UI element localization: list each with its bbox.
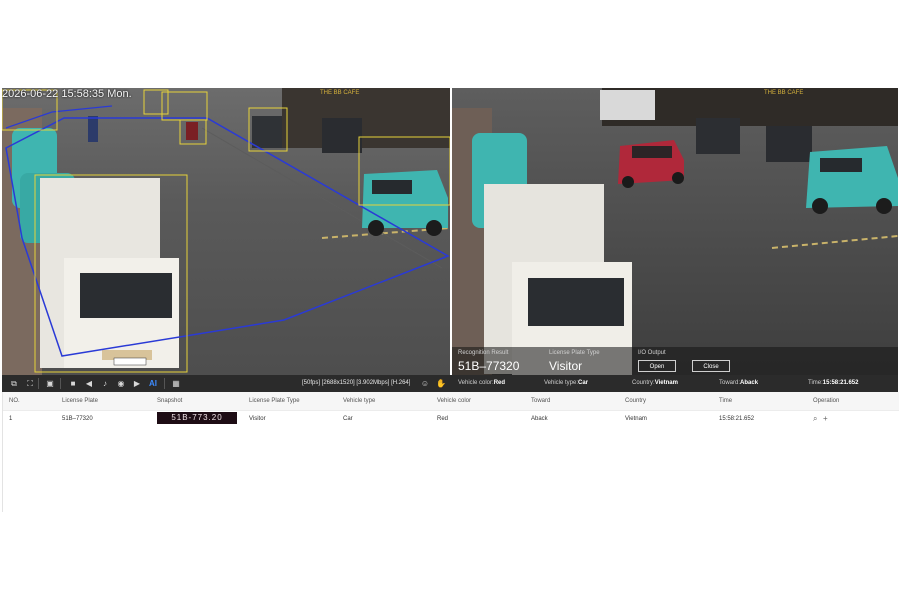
parked-motorbikes — [696, 118, 740, 154]
ai-icon[interactable]: AI — [147, 375, 159, 392]
time-meta: Time:15:58:21.652 — [808, 380, 859, 386]
hand-icon[interactable]: ✋ — [435, 375, 447, 392]
stop-icon[interactable]: ■ — [67, 375, 79, 392]
parked-motorbikes — [252, 116, 282, 148]
cell-time: 15:58:21.652 — [719, 416, 755, 422]
recognition-table: NO. License Plate Snapshot License Plate… — [2, 392, 899, 512]
recognition-overlay: Recognition Result 51B–77320 License Pla… — [452, 347, 898, 375]
toolbar-divider — [38, 378, 39, 389]
vehicle-type-meta: Vehicle type:Car — [544, 380, 589, 386]
cell-vehicle-color: Red — [437, 416, 449, 422]
cell-country: Vietnam — [625, 416, 647, 422]
recognition-result-label: Recognition Result — [458, 350, 509, 356]
col-header-country: Country — [625, 398, 647, 404]
fullscreen-icon[interactable]: ⛶ — [24, 375, 36, 392]
person-detect-icon[interactable]: ☺ — [419, 375, 431, 392]
snapshot-camera-icon[interactable]: ◉ — [115, 375, 127, 392]
col-header-plate-type: License Plate Type — [249, 398, 300, 404]
col-header-vehicle-color: Vehicle color — [437, 398, 472, 404]
teal-taxi — [806, 146, 898, 214]
record-icon[interactable]: ▶ — [131, 375, 143, 392]
plate-type-value: Visitor — [549, 359, 583, 373]
country-meta: Country:Vietnam — [632, 380, 678, 386]
stream-info: [50fps] [2688x1520] [3.902Mbps] [H.264] — [302, 380, 411, 386]
io-output-label: I/O Output — [638, 350, 666, 356]
plate-type-label: License Plate Type — [549, 350, 600, 356]
col-header-license-plate: License Plate — [62, 398, 99, 404]
cell-no: 1 — [9, 416, 13, 422]
col-header-no: NO. — [9, 398, 20, 404]
col-header-toward: Toward — [531, 398, 551, 404]
snapshot-scene — [452, 90, 898, 375]
table-row[interactable]: 1 51B–77320 51B-773.20 Visitor Car Red A… — [3, 410, 899, 428]
parked-motorbikes — [322, 118, 362, 153]
timestamp-overlay: 2026-06-22 15:58:35 Mon. — [2, 88, 132, 100]
box-truck — [40, 178, 179, 368]
teal-taxi — [362, 170, 448, 236]
window-split-icon[interactable]: ▣ — [44, 375, 56, 392]
col-header-time: Time — [719, 398, 733, 404]
cell-vehicle-type: Car — [343, 416, 353, 422]
snapshot-view: THE BB CAFE — [452, 88, 898, 375]
live-scene — [2, 89, 450, 373]
toolbar-divider — [164, 378, 165, 389]
cell-toward: Aback — [531, 416, 548, 422]
detection-box-motorbike — [143, 89, 169, 115]
parked-motorbikes — [766, 126, 812, 162]
volume-icon[interactable]: ◀ — [83, 375, 95, 392]
table-header-row: NO. License Plate Snapshot License Plate… — [3, 392, 899, 411]
live-video-view[interactable]: THE BB CAFE 2026-06-22 15:58:35 Mon. — [2, 88, 450, 375]
recognition-result-value: 51B–77320 — [458, 359, 520, 373]
open-button[interactable]: Open — [638, 360, 676, 372]
toward-meta: Toward:Aback — [719, 380, 759, 386]
cell-plate-type: Visitor — [249, 416, 266, 422]
detection-box-car — [161, 91, 208, 121]
col-header-vehicle-type: Vehicle type — [343, 398, 376, 404]
motorbike-rider — [186, 122, 198, 140]
player-toolbar: ⧉ ⛶ ▣ ■ ◀ ♪ ◉ ▶ AI ▦ [50fps] [2688x1520]… — [2, 375, 898, 392]
snapshot-thumbnail[interactable]: 51B-773.20 — [157, 412, 237, 424]
red-car — [618, 140, 684, 188]
toolbar-divider — [60, 378, 61, 389]
cell-license-plate: 51B–77320 — [62, 416, 93, 422]
grid-icon[interactable]: ▦ — [170, 375, 182, 392]
road-marking — [771, 235, 898, 249]
add-icon[interactable]: + — [823, 414, 828, 423]
vehicle-color-meta: Vehicle color:Red — [458, 380, 506, 386]
microphone-icon[interactable]: ♪ — [99, 375, 111, 392]
picture-in-picture-icon[interactable]: ⧉ — [8, 375, 20, 392]
parked-car — [600, 90, 655, 120]
motorbike-rider — [88, 116, 98, 142]
close-button[interactable]: Close — [692, 360, 730, 372]
search-icon[interactable]: ⌕ — [813, 414, 817, 424]
col-header-operation: Operation — [813, 398, 840, 404]
col-header-snapshot: Snapshot — [157, 398, 183, 404]
